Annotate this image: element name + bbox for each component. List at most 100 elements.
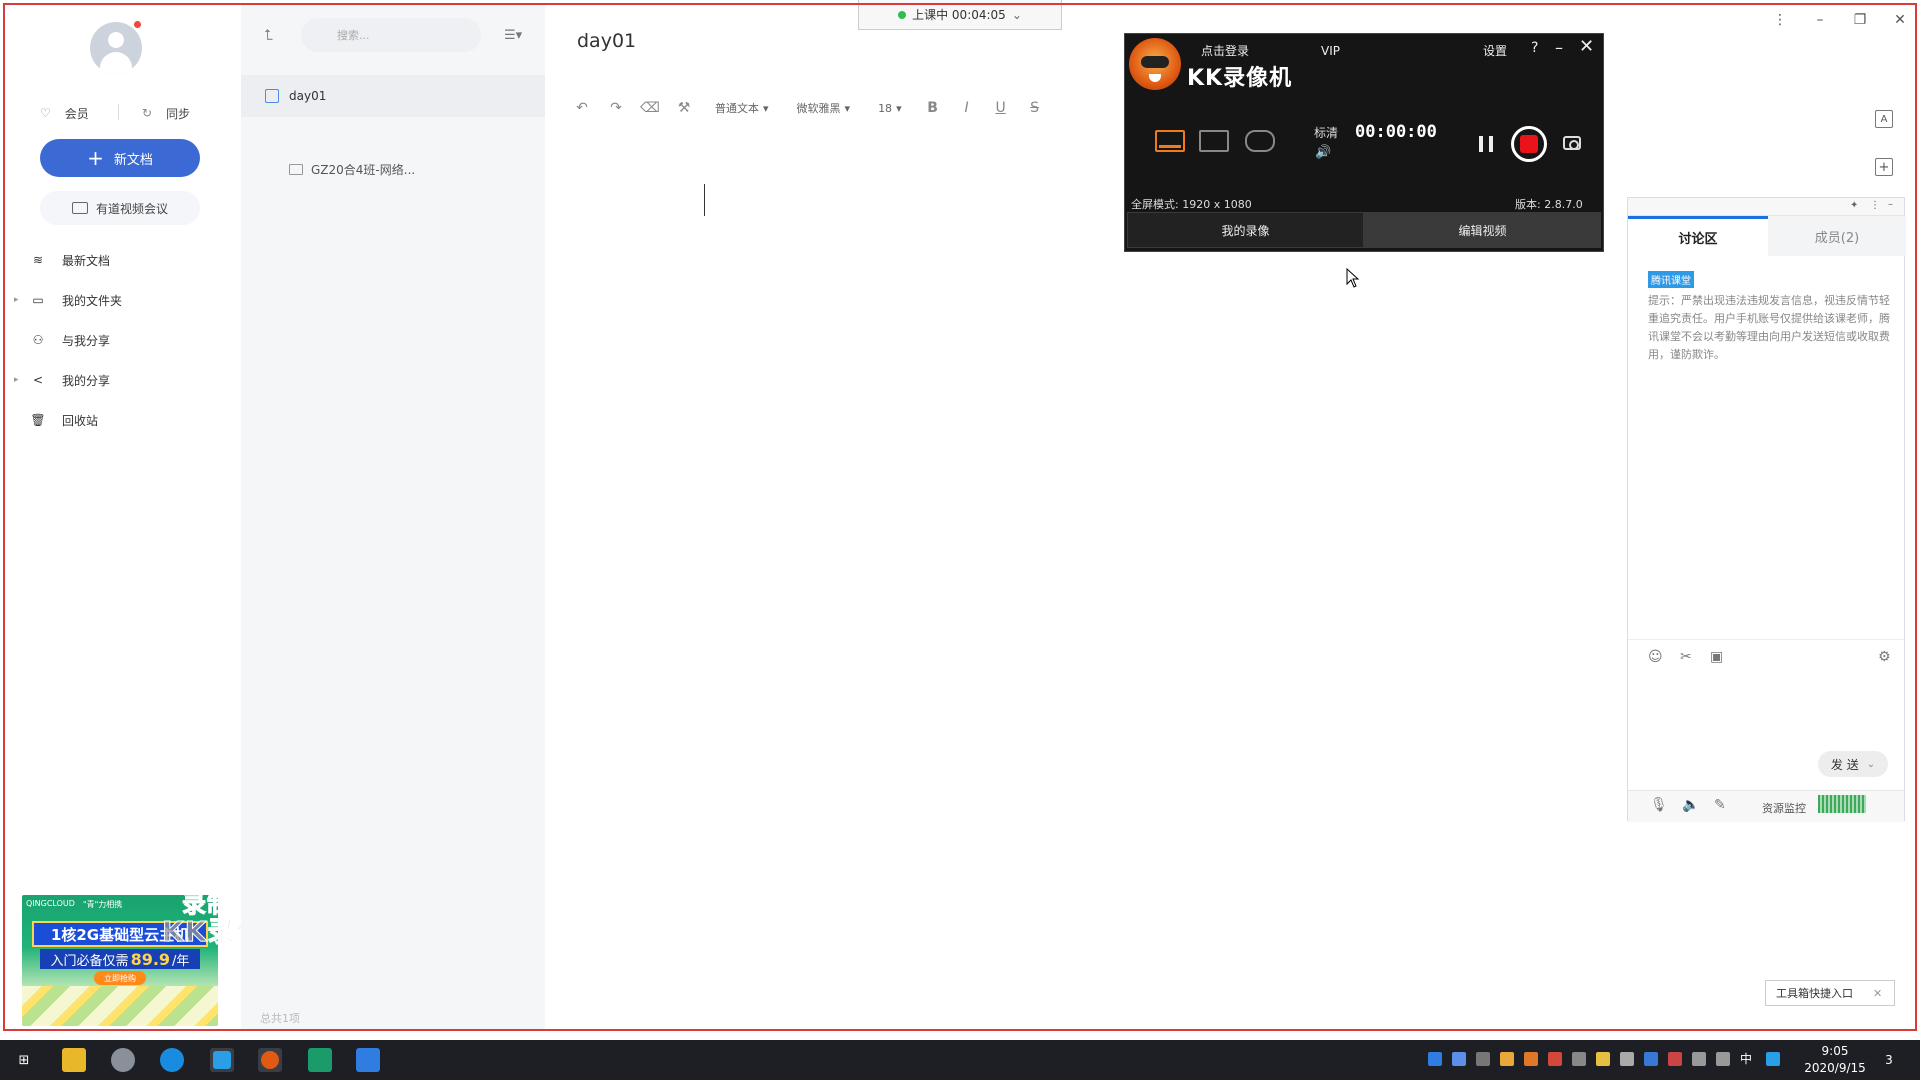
nav-recent-docs[interactable]: ≋ 最新文档 xyxy=(14,248,110,272)
pause-icon[interactable] xyxy=(1479,136,1493,152)
speaker-icon[interactable]: 🔈 xyxy=(1682,797,1699,813)
microphone-tray-icon[interactable] xyxy=(1620,1052,1634,1066)
format-painter-icon[interactable]: ⚒ xyxy=(667,96,701,120)
tray-app-icon[interactable] xyxy=(1524,1052,1538,1066)
record-button[interactable] xyxy=(1511,126,1547,162)
minimize-icon[interactable]: – xyxy=(1810,10,1830,30)
tray-app-icon[interactable] xyxy=(1428,1052,1442,1066)
tab-edit-video[interactable]: 编辑视频 xyxy=(1364,212,1601,248)
tray-app-icon[interactable] xyxy=(1500,1052,1514,1066)
outline-icon[interactable]: A xyxy=(1875,110,1893,128)
ime-indicator[interactable]: 中 xyxy=(1740,1050,1752,1067)
notification-center-icon[interactable]: 3 xyxy=(1878,1050,1900,1070)
image-icon[interactable]: ▣ xyxy=(1710,649,1723,665)
tray-app-icon[interactable] xyxy=(1596,1052,1610,1066)
windows-start-icon[interactable]: ⊞ xyxy=(12,1048,36,1072)
tencent-classroom-icon[interactable] xyxy=(210,1048,234,1072)
expand-arrow-icon[interactable]: ▸ xyxy=(14,375,28,385)
collapse-icon[interactable]: – xyxy=(1888,199,1893,210)
kk-recorder-taskbar-icon[interactable] xyxy=(258,1048,282,1072)
close-icon[interactable]: ✕ xyxy=(1890,10,1910,30)
tray-app-icon[interactable] xyxy=(1476,1052,1490,1066)
security-tray-icon[interactable] xyxy=(1668,1052,1682,1066)
login-link[interactable]: 点击登录 xyxy=(1201,42,1249,59)
file-item-day01[interactable]: day01 xyxy=(241,75,545,117)
eraser-icon[interactable]: ⌫ xyxy=(633,96,667,120)
microphone-icon[interactable]: 🎙 xyxy=(1650,797,1668,813)
new-document-button[interactable]: + 新文档 xyxy=(40,139,200,177)
more-icon[interactable]: ⋮ xyxy=(1870,200,1880,211)
region-mode-icon[interactable] xyxy=(1199,130,1229,152)
list-view-icon[interactable]: ☰▾ xyxy=(504,28,522,43)
close-icon[interactable]: ✕ xyxy=(1873,987,1882,1000)
avatar[interactable] xyxy=(90,22,142,74)
scissors-icon[interactable]: ✂ xyxy=(1680,649,1692,665)
member-link[interactable]: ♡ 会员 xyxy=(40,104,89,122)
italic-icon[interactable]: I xyxy=(950,96,984,120)
qq-browser-icon[interactable] xyxy=(160,1048,184,1072)
document-title[interactable]: day01 xyxy=(577,30,636,52)
minimize-icon[interactable]: – xyxy=(1555,38,1563,57)
nav-shared-with-me[interactable]: ⚇ 与我分享 xyxy=(14,328,110,352)
settings-link[interactable]: 设置 xyxy=(1483,42,1507,59)
settings-icon[interactable]: ⚙ xyxy=(1878,649,1891,665)
strikethrough-icon[interactable]: S xyxy=(1018,96,1052,120)
go-up-icon[interactable]: ⮤ xyxy=(264,26,273,44)
quality-label[interactable]: 标清 xyxy=(1314,124,1338,141)
font-family-dropdown[interactable]: 微软雅黑 ▾ xyxy=(783,96,865,120)
toolbox-shortcut[interactable]: 工具箱快捷入口 ✕ xyxy=(1765,980,1895,1006)
youdao-note-icon[interactable] xyxy=(356,1048,380,1072)
expand-arrow-icon[interactable]: ▸ xyxy=(14,295,28,305)
resource-monitor-label[interactable]: 资源监控 xyxy=(1762,800,1806,816)
send-button[interactable]: 发 送 ⌄ xyxy=(1818,751,1888,777)
fullscreen-mode-icon[interactable] xyxy=(1155,130,1185,152)
bold-icon[interactable]: B xyxy=(916,96,950,120)
underline-icon[interactable]: U xyxy=(984,96,1018,120)
class-status-pill[interactable]: 上课中 00:04:05 ⌄ xyxy=(858,0,1062,30)
app-icon[interactable] xyxy=(111,1048,135,1072)
nav-my-shares[interactable]: ▸ < 我的分享 xyxy=(14,368,110,392)
pen-off-icon[interactable]: ✎ xyxy=(1714,797,1726,813)
tray-app-icon[interactable] xyxy=(1548,1052,1562,1066)
nav-label: 回收站 xyxy=(62,413,99,428)
game-mode-icon[interactable] xyxy=(1245,130,1275,152)
vip-link[interactable]: VIP xyxy=(1321,44,1340,58)
more-menu-icon[interactable]: ⋮ xyxy=(1770,10,1790,30)
video-meeting-button[interactable]: 有道视频会议 xyxy=(40,191,200,225)
network-icon[interactable] xyxy=(1692,1052,1706,1066)
notes-app-icon[interactable] xyxy=(308,1048,332,1072)
nav-recycle-bin[interactable]: 🗑 回收站 xyxy=(14,408,98,432)
undo-icon[interactable]: ↶ xyxy=(565,96,599,120)
tab-discussion[interactable]: 讨论区 xyxy=(1628,216,1768,256)
nav-my-folders[interactable]: ▸ ▭ 我的文件夹 xyxy=(14,288,122,312)
folder-item-gz20[interactable]: GZ20合4班-网络... xyxy=(241,148,545,190)
sync-icon: ↻ xyxy=(142,106,153,120)
pin-icon[interactable]: ✦ xyxy=(1850,200,1858,211)
volume-icon[interactable]: 🔊 xyxy=(1315,145,1331,160)
search-input[interactable]: 搜索... xyxy=(301,18,481,52)
help-icon[interactable]: ? xyxy=(1531,40,1538,56)
close-icon[interactable]: ✕ xyxy=(1579,36,1594,57)
tray-app-icon[interactable] xyxy=(1452,1052,1466,1066)
chevron-down-icon[interactable]: ⌄ xyxy=(1867,759,1875,770)
screenshot-icon[interactable] xyxy=(1563,136,1581,150)
tab-my-recordings[interactable]: 我的录像 xyxy=(1127,212,1364,248)
insert-icon[interactable]: + xyxy=(1875,158,1893,176)
tab-members[interactable]: 成员(2) xyxy=(1768,216,1906,256)
emoji-icon[interactable]: ☺ xyxy=(1648,649,1663,665)
share-icon: < xyxy=(32,373,44,387)
font-size-dropdown[interactable]: 18 ▾ xyxy=(864,96,916,120)
sync-link[interactable]: ↻ 同步 xyxy=(142,104,190,122)
volume-muted-icon[interactable] xyxy=(1716,1052,1730,1066)
folder-name: GZ20合4班-网络... xyxy=(311,162,416,177)
file-explorer-icon[interactable] xyxy=(62,1048,86,1072)
ad-buy-button[interactable]: 立即抢购 xyxy=(94,971,146,985)
shield-icon[interactable] xyxy=(1644,1052,1658,1066)
restore-icon[interactable]: ❐ xyxy=(1850,10,1870,30)
taskbar-clock[interactable]: 9:05 2020/9/15 xyxy=(1795,1043,1875,1077)
paragraph-style-dropdown[interactable]: 普通文本 ▾ xyxy=(701,96,783,120)
tray-app-icon[interactable] xyxy=(1766,1052,1780,1066)
toolbox-label: 工具箱快捷入口 xyxy=(1776,987,1853,1000)
tray-app-icon[interactable] xyxy=(1572,1052,1586,1066)
redo-icon[interactable]: ↷ xyxy=(599,96,633,120)
